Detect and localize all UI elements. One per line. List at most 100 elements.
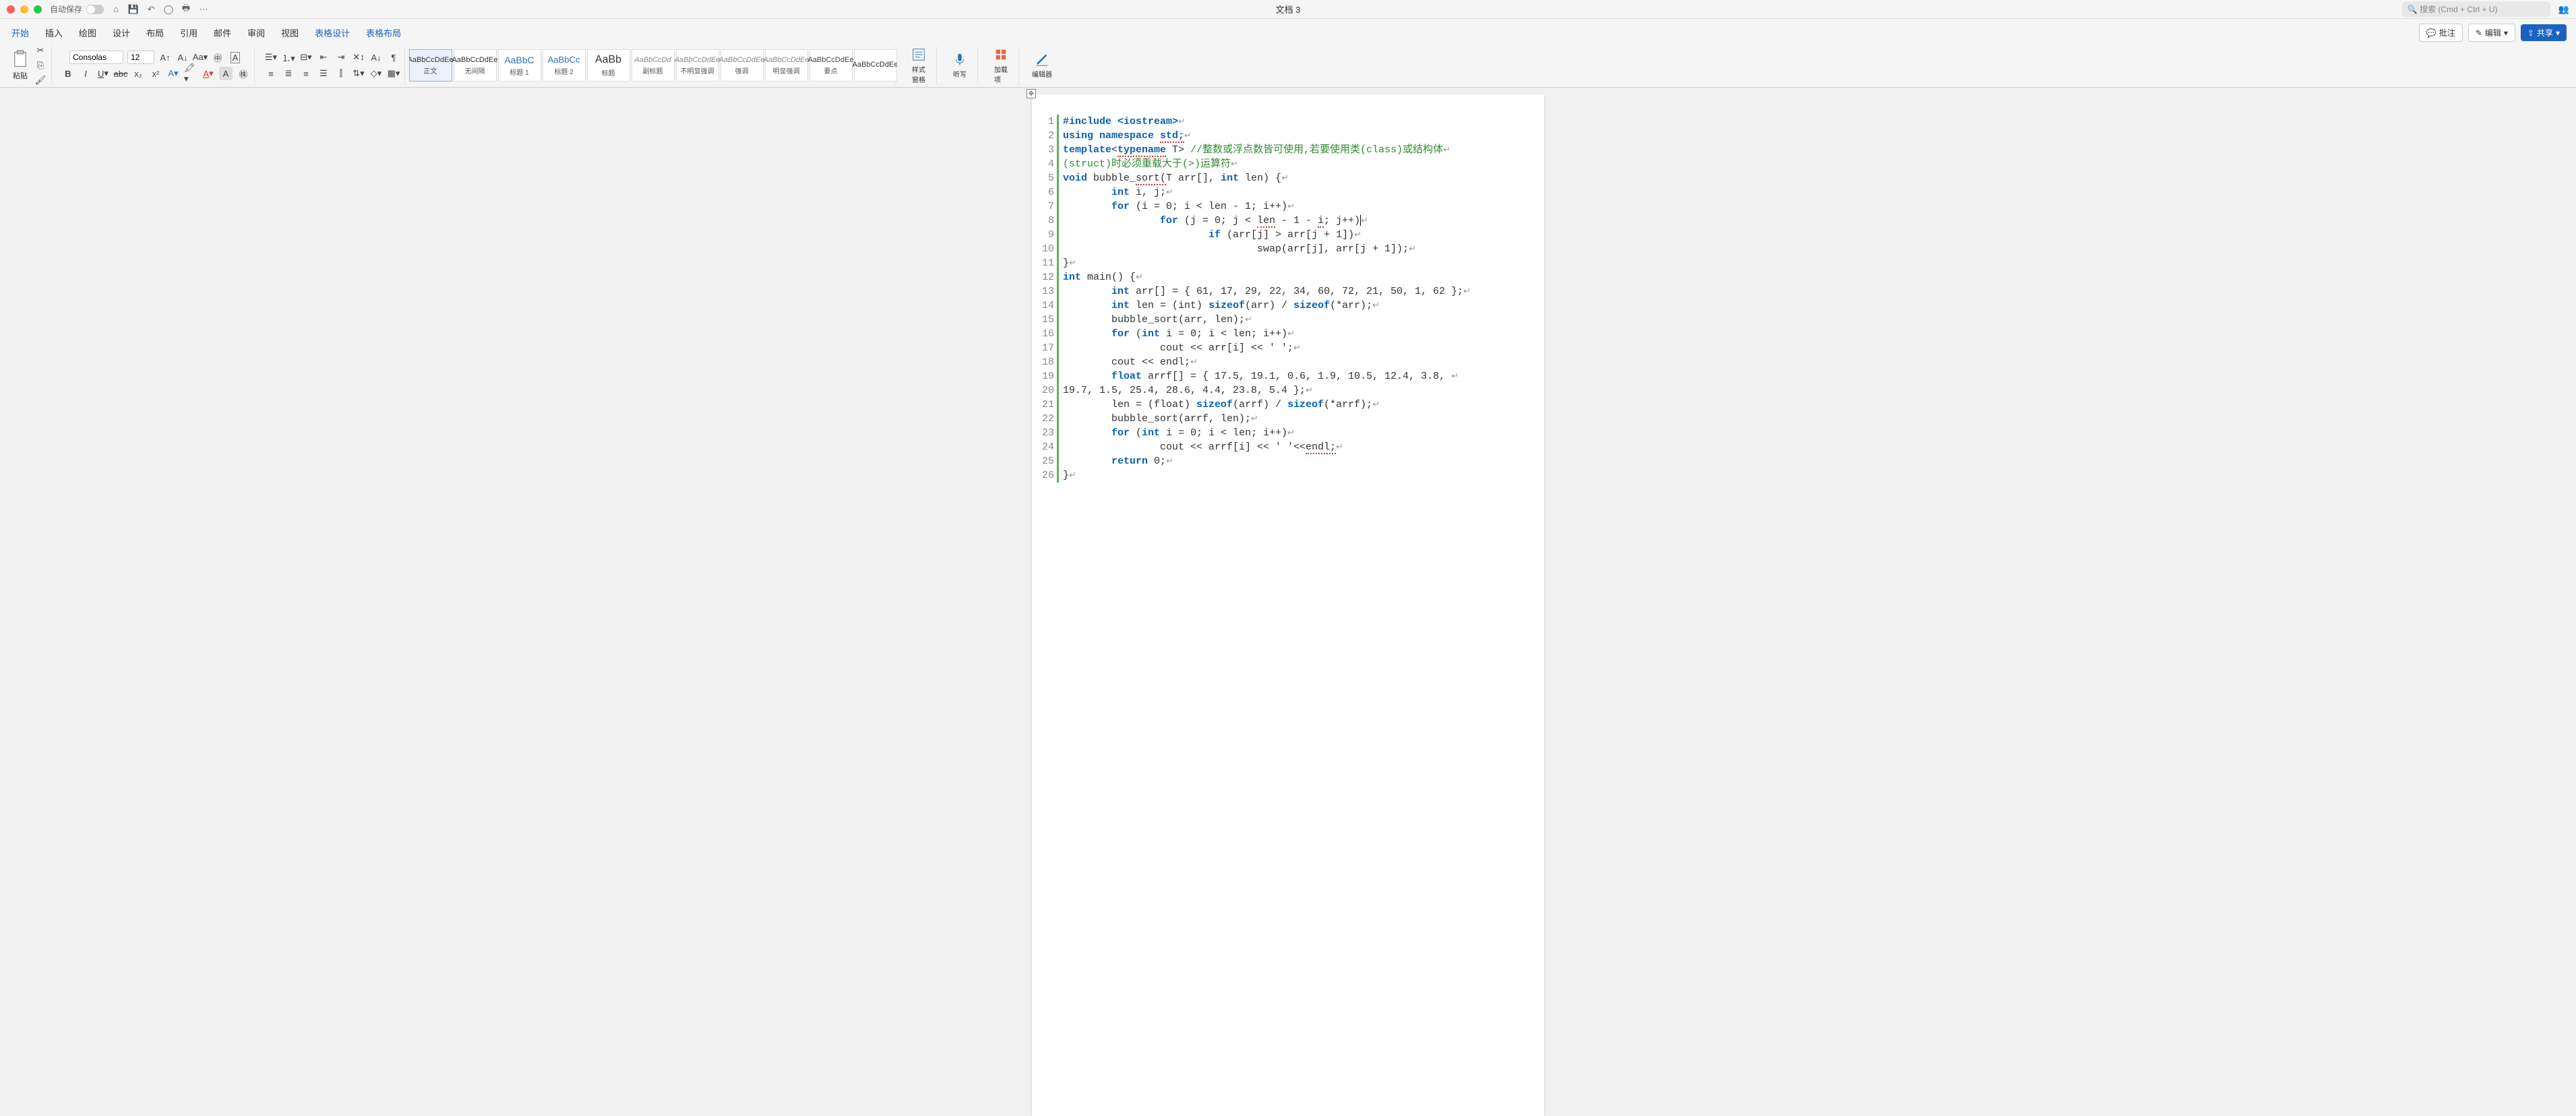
tab-8[interactable]: 视图 [279,23,301,42]
tab-3[interactable]: 设计 [111,23,132,42]
tab-6[interactable]: 邮件 [212,23,233,42]
align-right-icon[interactable]: ≡ [299,67,313,80]
save-icon[interactable]: 💾 [128,4,139,15]
decrease-font-icon[interactable]: A↓ [176,51,189,64]
justify-icon[interactable]: ☰ [317,67,330,80]
tab-10[interactable]: 表格布局 [364,23,403,42]
code-line[interactable]: cout << endl;↵ [1063,355,1539,369]
autosave-switch[interactable] [86,5,104,14]
enclose-char-icon[interactable]: ㊑ [237,67,250,80]
subscript-icon[interactable]: x₂ [131,67,145,80]
phonetic-guide-icon[interactable]: ㊥ [211,51,224,64]
decrease-indent-icon[interactable]: ⇤ [317,51,330,64]
share-people-icon[interactable]: 👥 [2558,4,2569,15]
superscript-icon[interactable]: x² [149,67,162,80]
increase-font-icon[interactable]: A↑ [158,51,172,64]
dictate-button[interactable]: 听写 [946,52,973,79]
code-line[interactable]: using namespace std;↵ [1063,129,1539,143]
style-item[interactable]: AaBbCcDd副标题 [632,49,675,82]
addins-button[interactable]: 加载 项 [987,47,1014,84]
minimize-window[interactable] [20,5,28,13]
autosave-toggle[interactable]: 自动保存 [50,3,104,15]
code-line[interactable]: for (int i = 0; i < len; i++)↵ [1063,426,1539,440]
change-case-icon[interactable]: Aa▾ [193,51,207,64]
home-icon[interactable]: ⌂ [111,4,121,15]
code-line[interactable]: bubble_sort(arrf, len);↵ [1063,412,1539,426]
editor-button[interactable]: 编辑器 [1029,52,1055,79]
code-table[interactable]: 1234567891011121314151617181920212223242… [1037,115,1539,483]
code-line[interactable]: for (i = 0; i < len - 1; i++)↵ [1063,199,1539,214]
code-line[interactable]: int len = (int) sizeof(arr) / sizeof(*ar… [1063,299,1539,313]
style-item[interactable]: AaBb标题 [587,49,630,82]
code-line[interactable]: return 0;↵ [1063,454,1539,468]
underline-icon[interactable]: U▾ [96,67,110,80]
paste-button[interactable]: 粘贴 [11,50,30,81]
tab-0[interactable]: 开始 [9,23,31,42]
tab-2[interactable]: 绘图 [77,23,98,42]
style-item[interactable]: AaBbCcDdEe强调 [720,49,764,82]
page[interactable]: ✥ 12345678910111213141516171819202122232… [1032,94,1544,1116]
code-line[interactable]: cout << arrf[i] << ' '<<endl;↵ [1063,440,1539,454]
style-item[interactable]: AaBbCcDdEe无间隔 [454,49,497,82]
code-line[interactable]: if (arr[j] > arr[j + 1])↵ [1063,228,1539,242]
more-icon[interactable]: ⋯ [198,4,209,15]
style-item[interactable]: AaBbCcDdEe [854,49,897,82]
code-line[interactable]: template<typename T> //整数或浮点数皆可使用,若要使用类(… [1063,143,1539,157]
clear-format-icon[interactable]: A [228,51,242,64]
show-marks-icon[interactable]: ¶ [387,51,400,64]
code-line[interactable]: bubble_sort(arr, len);↵ [1063,313,1539,327]
align-left-icon[interactable]: ≡ [264,67,278,80]
increase-indent-icon[interactable]: ⇥ [334,51,348,64]
code-line[interactable]: int main() {↵ [1063,270,1539,284]
style-item[interactable]: AaBbCc标题 2 [543,49,586,82]
code-line[interactable]: for (int i = 0; i < len; i++)↵ [1063,327,1539,341]
search-input[interactable]: 🔍 搜索 (Cmd + Ctrl + U) [2402,1,2550,17]
font-color-icon[interactable]: A▾ [202,67,215,80]
close-window[interactable] [7,5,15,13]
edit-mode-button[interactable]: ✎编辑▾ [2468,24,2515,42]
bold-icon[interactable]: B [61,67,75,80]
shading-icon[interactable]: ◇▾ [369,67,383,80]
numbering-icon[interactable]: ⒈▾ [282,51,295,64]
code-line[interactable]: void bubble_sort(T arr[], int len) {↵ [1063,171,1539,185]
code-line[interactable]: (struct)时必须重载大于(>)运算符↵ [1063,157,1539,171]
highlight-icon[interactable]: 🖍▾ [184,67,197,80]
tab-1[interactable]: 插入 [43,23,65,42]
undo-icon[interactable]: ↶ [146,4,156,15]
tab-5[interactable]: 引用 [178,23,200,42]
styles-pane-button[interactable]: 样式 窗格 [905,47,932,84]
char-shading-icon[interactable]: A [219,67,233,80]
line-spacing-icon[interactable]: ⇅▾ [352,67,365,80]
maximize-window[interactable] [34,5,42,13]
print-icon[interactable]: 🖶 [181,4,191,15]
code-line[interactable]: 19.7, 1.5, 25.4, 28.6, 4.4, 23.8, 5.4 };… [1063,383,1539,398]
styles-gallery[interactable]: AaBbCcDdEe正文AaBbCcDdEe无间隔AaBbC标题 1AaBbCc… [409,49,897,82]
table-move-handle[interactable]: ✥ [1026,89,1036,98]
code-content[interactable]: #include <iostream>↵using namespace std;… [1059,115,1539,483]
strikethrough-icon[interactable]: abc [114,67,127,80]
sort-icon[interactable]: A↓ [369,51,383,64]
comments-button[interactable]: 💬批注 [2419,24,2463,42]
style-item[interactable]: AaBbC标题 1 [498,49,541,82]
format-painter-icon[interactable]: 🖌 [34,73,47,87]
style-item[interactable]: AaBbCcDdEe正文 [409,49,452,82]
code-line[interactable]: #include <iostream>↵ [1063,115,1539,129]
distribute-icon[interactable]: ⫿ [334,67,348,80]
text-direction-icon[interactable]: ✕↕ [352,51,365,64]
code-line[interactable]: float arrf[] = { 17.5, 19.1, 0.6, 1.9, 1… [1063,369,1539,383]
style-item[interactable]: AaBbCcDdEe不明显强调 [676,49,719,82]
code-line[interactable]: for (j = 0; j < len - 1 - i; j++)↵ [1063,214,1539,228]
text-effects-icon[interactable]: A▾ [166,67,180,80]
code-line[interactable]: int arr[] = { 61, 17, 29, 22, 34, 60, 72… [1063,284,1539,299]
code-line[interactable]: swap(arr[j], arr[j + 1]);↵ [1063,242,1539,256]
code-line[interactable]: len = (float) sizeof(arrf) / sizeof(*arr… [1063,398,1539,412]
redo-sync-icon[interactable]: ◯ [163,4,174,15]
align-center-icon[interactable]: ≣ [282,67,295,80]
font-size-select[interactable] [127,51,154,64]
borders-icon[interactable]: ▦▾ [387,67,400,80]
cut-icon[interactable]: ✂ [34,44,47,57]
bullets-icon[interactable]: ☰▾ [264,51,278,64]
code-line[interactable]: }↵ [1063,468,1539,483]
code-line[interactable]: }↵ [1063,256,1539,270]
copy-icon[interactable]: ⎘ [34,59,47,72]
